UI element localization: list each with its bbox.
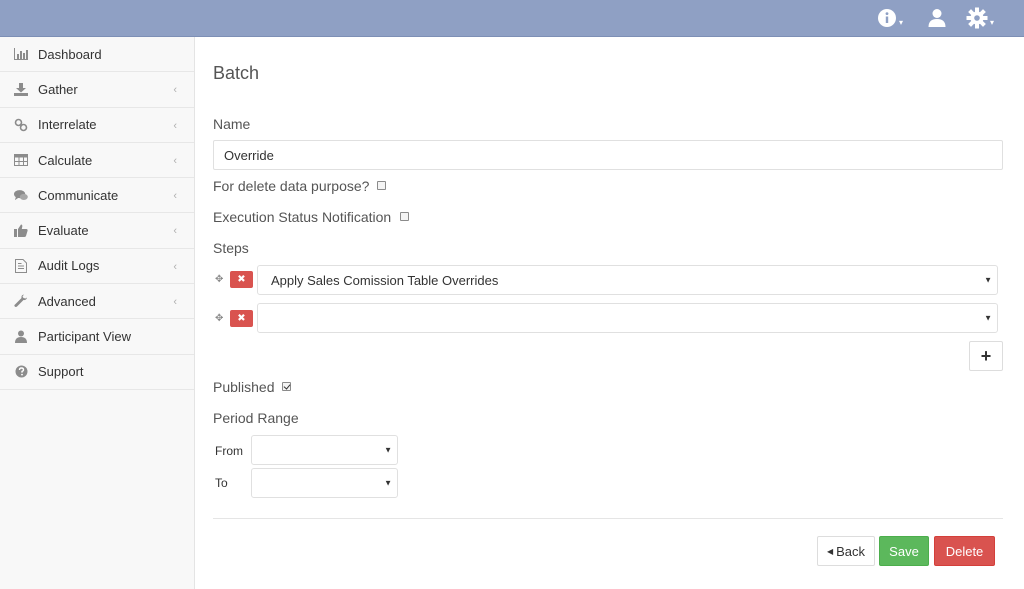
sidebar-item-label: Gather — [38, 81, 78, 97]
caret-down-icon: ▼ — [384, 445, 392, 455]
step-select[interactable]: ▼ — [257, 303, 998, 333]
to-select[interactable]: ▼ — [251, 468, 398, 498]
table-icon — [14, 153, 28, 167]
caret-left-icon: ◀ — [826, 546, 834, 556]
sidebar-item-dashboard[interactable]: Dashboard — [0, 37, 194, 73]
drag-handle-icon[interactable]: ✥ — [215, 314, 225, 324]
chevron-down-icon: ▾ — [990, 17, 995, 27]
caret-down-icon: ▼ — [984, 275, 992, 285]
chevron-left-icon: ‹ — [173, 119, 177, 132]
caret-down-icon: ▼ — [384, 478, 392, 488]
sidebar-item-interrelate[interactable]: Interrelate ‹ — [0, 108, 194, 143]
info-circle-icon — [878, 9, 896, 27]
sidebar-item-advanced[interactable]: Advanced ‹ — [0, 284, 194, 320]
chevron-left-icon: ‹ — [173, 260, 177, 273]
thumbs-up-icon — [14, 224, 28, 238]
from-label: From — [215, 444, 243, 458]
sidebar-item-label: Participant View — [38, 329, 131, 345]
sidebar-item-calculate[interactable]: Calculate ‹ — [0, 143, 194, 179]
caret-down-icon: ▼ — [984, 313, 992, 323]
chevron-left-icon: ‹ — [173, 225, 177, 238]
plus-icon: + — [980, 345, 992, 366]
user-icon — [928, 9, 946, 27]
from-select[interactable]: ▼ — [251, 435, 398, 465]
sidebar-item-label: Advanced — [38, 293, 96, 309]
drag-handle-icon[interactable]: ✥ — [215, 275, 225, 285]
save-button[interactable]: Save — [879, 536, 929, 566]
sidebar-item-label: Interrelate — [38, 117, 97, 133]
close-icon: ✖ — [237, 313, 246, 324]
chevron-left-icon: ‹ — [173, 84, 177, 97]
sidebar-item-participant-view[interactable]: Participant View — [0, 319, 194, 355]
sidebar-item-evaluate[interactable]: Evaluate ‹ — [0, 213, 194, 249]
gear-icon — [966, 7, 988, 29]
chevron-left-icon: ‹ — [173, 154, 177, 167]
sidebar-item-communicate[interactable]: Communicate ‹ — [0, 178, 194, 214]
sidebar-item-support[interactable]: Support — [0, 355, 194, 390]
back-button-label: Back — [836, 543, 866, 559]
step-select[interactable]: Apply Sales Comission Table Overrides ▼ — [257, 265, 998, 295]
info-menu[interactable]: ▾ — [877, 6, 903, 30]
form-divider — [213, 518, 1003, 519]
sidebar-item-label: Audit Logs — [38, 258, 100, 274]
published-checkbox[interactable] — [282, 382, 291, 391]
bar-chart-icon — [14, 47, 28, 61]
chevron-down-icon: ▾ — [899, 17, 904, 27]
main-content: Batch Name Override For delete data purp… — [196, 37, 1024, 589]
delete-purpose-label: For delete data purpose? — [213, 178, 370, 194]
period-range-label: Period Range — [213, 410, 299, 426]
settings-menu[interactable]: ▾ — [966, 6, 994, 30]
sidebar: Dashboard Gather ‹ Interrelate ‹ Calcula… — [0, 37, 195, 589]
step-select-value: Apply Sales Comission Table Overrides — [271, 272, 499, 288]
user-menu[interactable] — [928, 6, 946, 30]
remove-step-button[interactable]: ✖ — [230, 310, 253, 327]
comments-icon — [14, 188, 28, 202]
delete-purpose-checkbox[interactable] — [377, 181, 386, 190]
sidebar-item-label: Evaluate — [38, 223, 89, 239]
exec-notify-label: Execution Status Notification — [213, 209, 392, 225]
sidebar-item-audit-logs[interactable]: Audit Logs ‹ — [0, 249, 194, 285]
page-title: Batch — [213, 63, 260, 83]
sidebar-item-gather[interactable]: Gather ‹ — [0, 72, 194, 108]
to-label: To — [215, 476, 228, 490]
sidebar-item-label: Calculate — [38, 152, 93, 168]
download-icon — [14, 82, 28, 96]
back-button[interactable]: ◀ Back — [817, 536, 875, 566]
steps-label: Steps — [213, 240, 249, 256]
close-icon: ✖ — [237, 274, 246, 285]
sidebar-item-label: Communicate — [38, 187, 119, 203]
delete-button[interactable]: Delete — [934, 536, 995, 566]
name-input[interactable]: Override — [213, 140, 1003, 170]
remove-step-button[interactable]: ✖ — [230, 271, 253, 288]
chevron-left-icon: ‹ — [173, 190, 177, 203]
question-circle-icon — [14, 365, 28, 379]
chevron-left-icon: ‹ — [173, 296, 177, 309]
sidebar-item-label: Dashboard — [38, 46, 102, 62]
published-label: Published — [213, 379, 275, 395]
wrench-icon — [14, 294, 28, 308]
link-icon — [14, 118, 28, 132]
exec-notify-checkbox[interactable] — [400, 212, 409, 221]
add-step-button[interactable]: + — [969, 341, 1003, 371]
top-navbar: ▾ ▾ — [0, 0, 1024, 37]
sidebar-item-label: Support — [38, 364, 84, 380]
name-label: Name — [213, 116, 251, 132]
user-icon — [14, 330, 28, 344]
file-icon — [14, 258, 28, 273]
